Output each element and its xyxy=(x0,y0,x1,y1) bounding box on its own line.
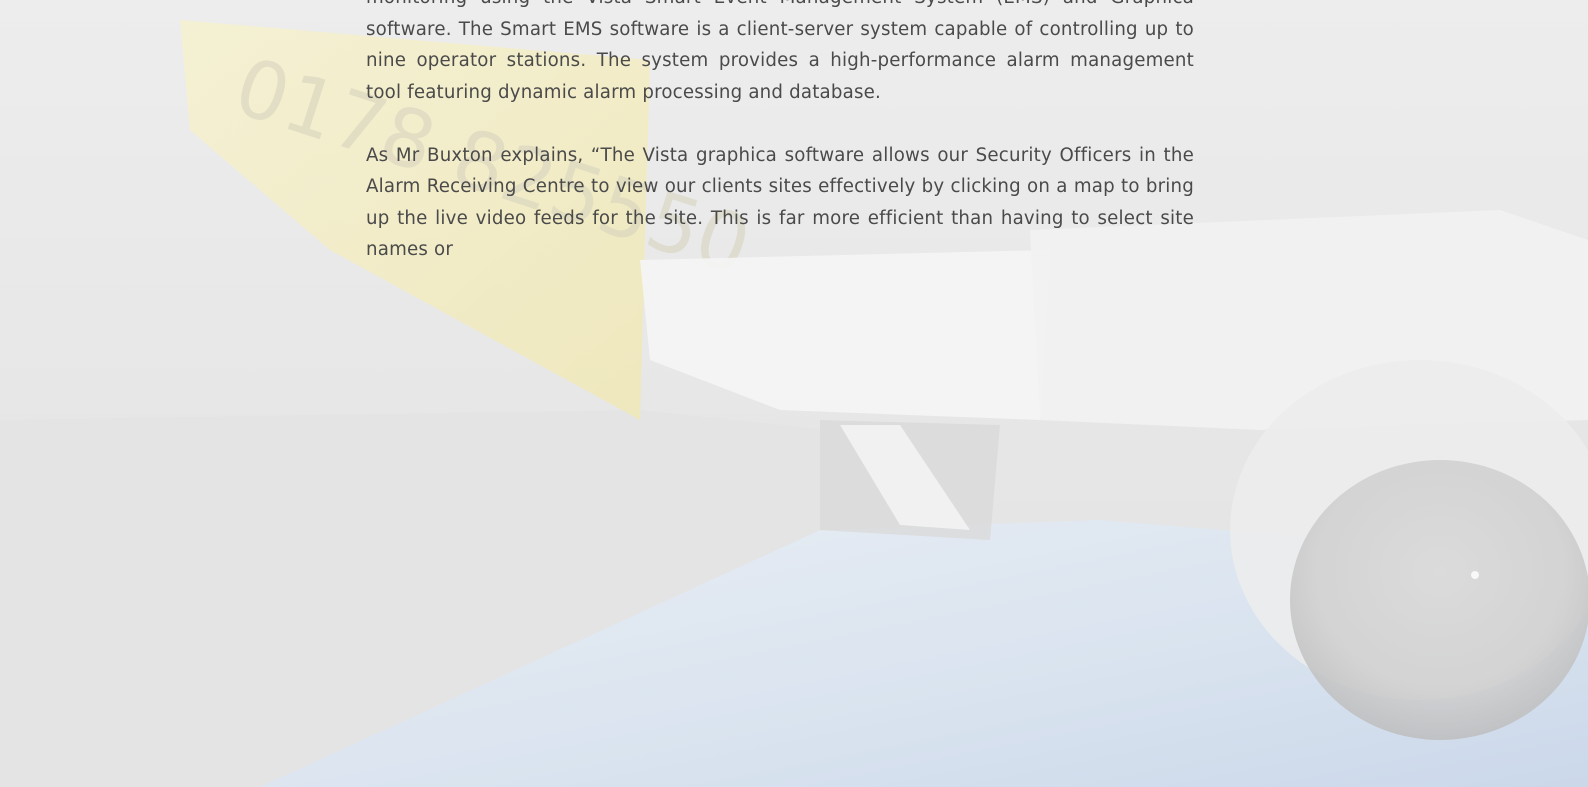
article-paragraph-2: As Mr Buxton explains, “The Vista graphi… xyxy=(366,144,1194,261)
article-body: monitoring using the Vista Smart Event M… xyxy=(366,0,1194,297)
camera-dome xyxy=(1290,460,1588,740)
dome-glint xyxy=(1471,571,1479,579)
article-paragraph-1: monitoring using the Vista Smart Event M… xyxy=(366,0,1194,103)
